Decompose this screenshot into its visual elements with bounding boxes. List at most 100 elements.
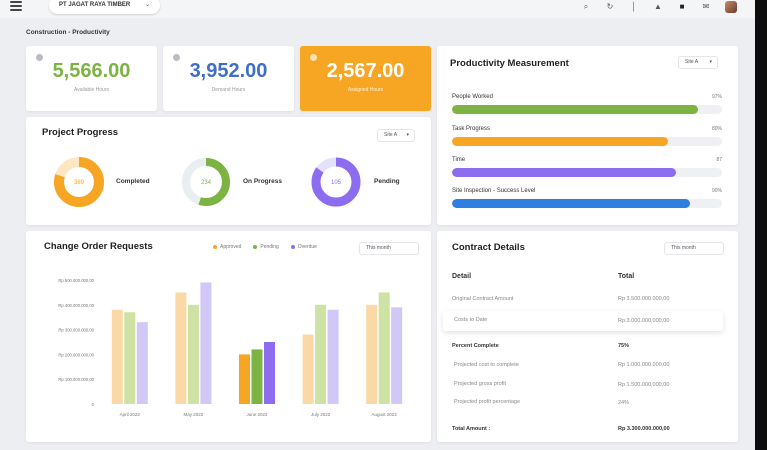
top-bar: PT JAGAT RAYA TIMBER ⌄ ⌕ ↻ │ ▲ ■ ✉ — [0, 0, 755, 18]
company-selector[interactable]: PT JAGAT RAYA TIMBER ⌄ — [49, 0, 160, 14]
metric-label: People Worked — [452, 94, 493, 100]
row-detail: Projected profit percentage — [454, 399, 521, 405]
site-select[interactable]: Site A ▾ — [377, 129, 415, 142]
y-tick-label: Rp 300.000.000,00 — [58, 328, 94, 333]
bar-pending-3 — [315, 304, 327, 404]
donut-label: On Progress — [243, 178, 283, 185]
x-tick-label: August 2022 — [372, 412, 398, 417]
metric-track — [452, 137, 722, 146]
chart-legend: Approved Pending Overdue — [213, 244, 317, 250]
document-icon[interactable]: ■ — [677, 2, 687, 12]
company-name: PT JAGAT RAYA TIMBER — [59, 2, 131, 8]
table-header-detail: Detail — [452, 273, 472, 280]
bar-overdue-3 — [327, 309, 339, 404]
bar-pending-2 — [251, 349, 263, 404]
legend-item: Overdue — [290, 244, 317, 250]
bar-overdue-2 — [264, 342, 275, 404]
bar-approved-3 — [302, 334, 314, 404]
stat-label: Demand Hours — [211, 87, 246, 93]
stat-value: 5,566.00 — [52, 60, 131, 82]
x-tick-label: May 2022 — [184, 412, 204, 417]
metric-label: Site Inspection - Success Level — [452, 188, 536, 194]
donut-completed: 389 — [54, 157, 104, 207]
stat-card-available: 5,566.00 Available Hours — [26, 46, 157, 111]
site-select[interactable]: Site A ▾ — [678, 56, 718, 69]
avatar[interactable] — [725, 1, 737, 13]
metric-label: Task Progress — [452, 126, 491, 132]
mail-icon[interactable]: ✉ — [701, 2, 711, 12]
stat-label: Assigned Hours — [347, 87, 384, 93]
card-title: Contract Details — [452, 242, 525, 253]
card-title: Change Order Requests — [44, 241, 153, 252]
metric-percent: 90% — [711, 188, 722, 194]
site-select-value: Site A — [685, 59, 699, 65]
row-total: Rp 3.000.000.000,00 — [618, 318, 670, 324]
bell-icon[interactable]: ▲ — [653, 2, 663, 12]
metric-fill — [452, 137, 668, 146]
donut-on-progress: 234 — [182, 158, 230, 206]
bar-approved-1 — [175, 292, 187, 404]
donut-value: 234 — [201, 180, 212, 186]
bar-approved-4 — [366, 304, 378, 404]
chevron-down-icon: ⌄ — [144, 2, 150, 8]
row-total: Rp 1.000.000.000,00 — [618, 362, 670, 368]
metric-percent: 97% — [711, 94, 722, 100]
row-total: 24% — [618, 400, 630, 406]
stat-label: Available Hours — [74, 87, 109, 93]
y-tick-label: Rp 500.000.000,00 — [58, 278, 94, 283]
donut-pending: 105 — [311, 157, 361, 207]
stat-value: 3,952.00 — [189, 60, 268, 82]
caret-down-icon: ▾ — [406, 132, 409, 138]
donut-value: 105 — [331, 180, 342, 186]
refresh-icon[interactable]: ↻ — [605, 2, 615, 12]
bar-overdue-4 — [391, 307, 403, 404]
bar-overdue-0 — [136, 322, 148, 404]
metric-track — [452, 168, 722, 177]
metric-fill — [452, 105, 698, 114]
legend-item: Pending — [253, 244, 279, 250]
bar-approved-2 — [239, 354, 250, 404]
metric-percent: 87 — [716, 157, 722, 163]
bar-pending-4 — [378, 292, 390, 404]
donut-label: Completed — [116, 178, 150, 185]
screen: PT JAGAT RAYA TIMBER ⌄ ⌕ ↻ │ ▲ ■ ✉ Const… — [0, 0, 755, 450]
metric-fill — [452, 199, 690, 208]
total-value: Rp 3.300.000.000,00 — [618, 426, 670, 432]
caret-down-icon: ▾ — [709, 59, 712, 65]
top-icons: ⌕ ↻ │ ▲ ■ ✉ — [581, 1, 737, 13]
total-label: Total Amount : — [452, 426, 491, 432]
period-select[interactable]: This month — [359, 242, 419, 255]
metric-track — [452, 199, 722, 208]
y-tick-label: Rp 400.000.000,00 — [58, 303, 94, 308]
bar-chart: 0 Rp 100.000.000,00 Rp 200.000.000,00 Rp 30… — [58, 278, 403, 417]
row-total: Rp 1.500.000.000,00 — [618, 382, 670, 388]
table-header-total: Total — [618, 273, 635, 280]
bar-approved-0 — [111, 309, 123, 404]
card-title: Project Progress — [42, 127, 119, 138]
stat-value: 2,567.00 — [326, 60, 405, 82]
project-progress-card: Project Progress Site A ▾ 389 Completed … — [26, 117, 431, 225]
metric-fill — [452, 168, 677, 177]
period-select[interactable]: This month — [664, 242, 724, 255]
period-select-value: This month — [366, 245, 391, 251]
metric-percent: 80% — [711, 126, 722, 132]
search-icon[interactable]: ⌕ — [581, 2, 591, 12]
hamburger-menu-icon[interactable] — [10, 1, 22, 11]
metric-label: Time — [452, 157, 466, 163]
productivity-card: Productivity Measurement Site A ▾ People… — [437, 46, 738, 225]
x-tick-label: April 2022 — [120, 412, 141, 417]
row-total: 75% — [618, 343, 630, 349]
stat-card-demand: 3,952.00 Demand Hours — [163, 46, 294, 111]
donut-label: Pending — [374, 178, 400, 185]
info-icon[interactable]: │ — [629, 2, 639, 12]
row-detail: Projected gross profit — [454, 381, 506, 387]
metric-track — [452, 105, 722, 114]
row-detail: Original Contract Amount — [452, 296, 514, 302]
x-tick-label: June 2022 — [246, 412, 268, 417]
stat-card-assigned: 2,567.00 Assigned Hours — [300, 46, 431, 111]
bar-overdue-1 — [200, 282, 212, 404]
x-tick-label: July 2022 — [311, 412, 331, 417]
y-tick-label: Rp 100.000.000,00 — [58, 377, 94, 382]
bar-pending-1 — [187, 304, 199, 404]
period-select-value: This month — [671, 245, 696, 251]
